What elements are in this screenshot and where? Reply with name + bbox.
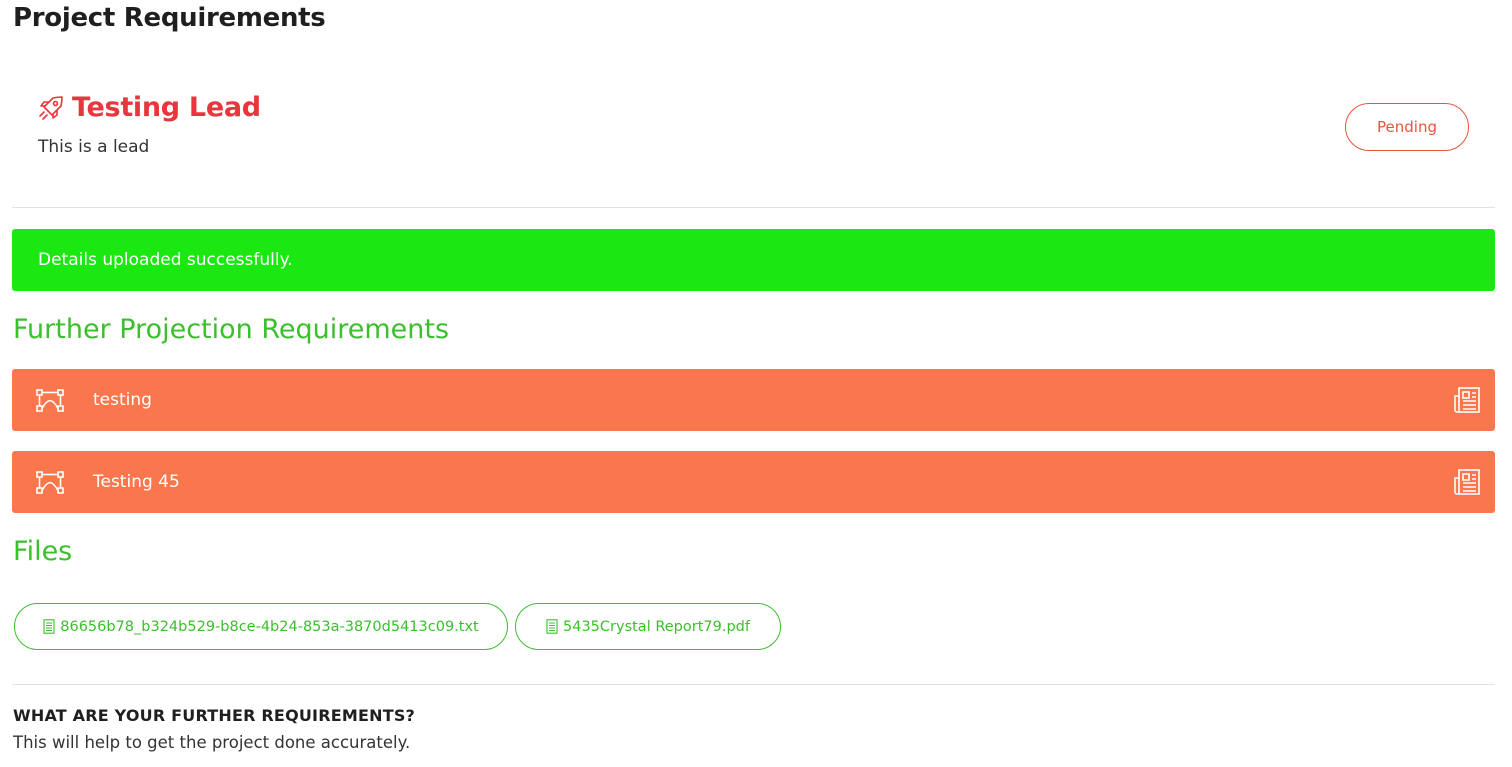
vector-nodes-icon: [36, 387, 64, 413]
success-alert: Details uploaded successfully.: [12, 229, 1495, 291]
file-link[interactable]: 5435Crystal Report79.pdf: [515, 603, 781, 650]
newspaper-icon[interactable]: [1453, 386, 1481, 414]
status-badge[interactable]: Pending: [1345, 103, 1469, 151]
rocket-icon: [36, 93, 66, 123]
lead-title-row: Testing Lead: [36, 92, 261, 123]
divider: [12, 684, 1495, 685]
file-text-icon: [546, 619, 558, 634]
file-name: 5435Crystal Report79.pdf: [563, 618, 750, 635]
further-requirements-question: WHAT ARE YOUR FURTHER REQUIREMENTS?: [13, 706, 416, 725]
file-link[interactable]: 86656b78_b324b529-b8ce-4b24-853a-3870d54…: [14, 603, 508, 650]
file-text-icon: [43, 619, 55, 634]
file-name: 86656b78_b324b529-b8ce-4b24-853a-3870d54…: [60, 618, 479, 635]
lead-card: Testing Lead This is a lead Pending: [12, 60, 1495, 208]
further-requirements-help: This will help to get the project done a…: [13, 733, 411, 752]
lead-description: This is a lead: [38, 137, 150, 157]
requirement-row[interactable]: Testing 45: [12, 451, 1495, 513]
page-title: Project Requirements: [13, 3, 326, 33]
requirement-row[interactable]: testing: [12, 369, 1495, 431]
newspaper-icon[interactable]: [1453, 468, 1481, 496]
vector-nodes-icon: [36, 469, 64, 495]
alert-message: Details uploaded successfully.: [38, 250, 293, 270]
lead-title: Testing Lead: [72, 92, 261, 123]
further-requirements-heading: Further Projection Requirements: [13, 314, 450, 345]
requirement-label: testing: [93, 390, 152, 410]
files-heading: Files: [13, 536, 73, 567]
requirement-label: Testing 45: [93, 472, 180, 492]
